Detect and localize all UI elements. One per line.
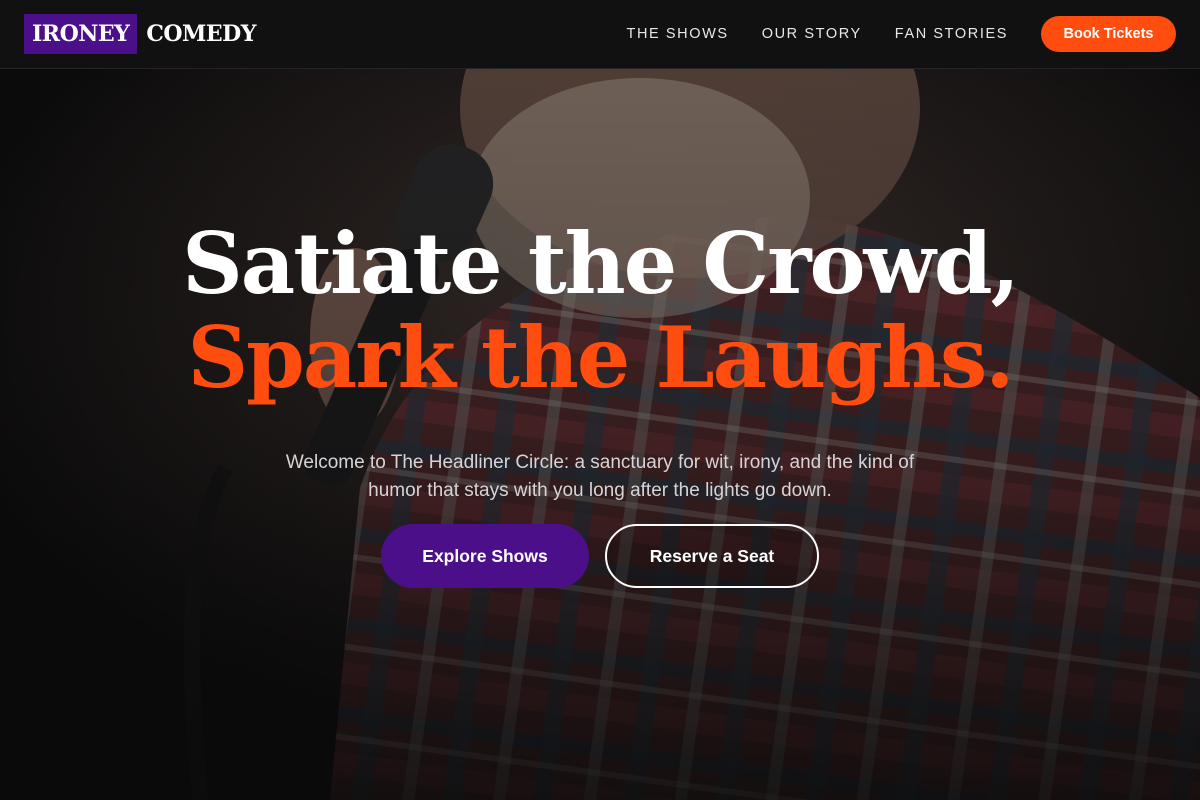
explore-shows-button[interactable]: Explore Shows bbox=[381, 524, 589, 588]
reserve-seat-button[interactable]: Reserve a Seat bbox=[605, 524, 819, 588]
hero-subtitle: Welcome to The Headliner Circle: a sanct… bbox=[285, 452, 915, 501]
hero-headline-line-2: Spark the Laughs. bbox=[187, 308, 1015, 407]
hero-headline-line-1: Satiate the Crowd, bbox=[182, 214, 1020, 313]
hero-section: Satiate the Crowd, Spark the Laughs. Wel… bbox=[0, 0, 1200, 800]
